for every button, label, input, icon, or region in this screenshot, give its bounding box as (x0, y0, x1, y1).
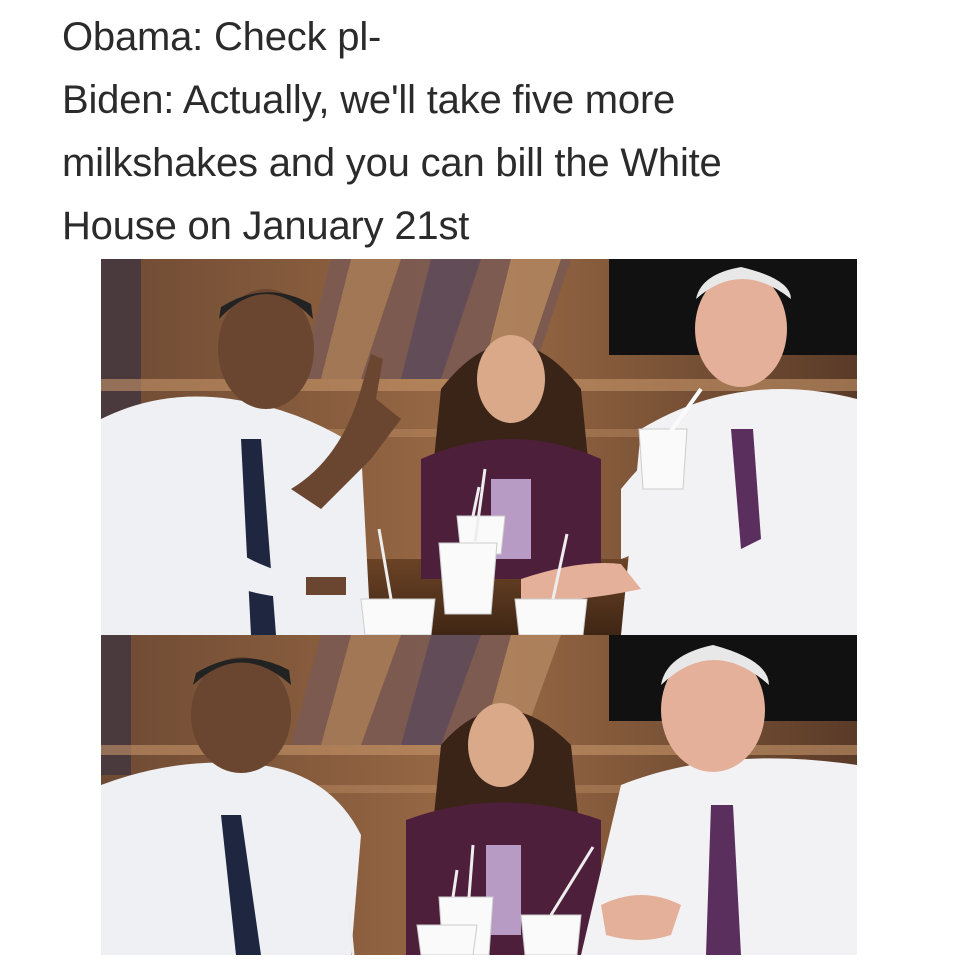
meme-photo-bottom (101, 635, 857, 955)
meme-caption: Obama: Check pl- Biden: Actually, we'll … (62, 6, 942, 258)
photo-bottom-illustration (101, 635, 857, 955)
photo-top-illustration (101, 259, 857, 635)
meme-photo-top (101, 259, 857, 635)
caption-line-4: House on January 21st (62, 204, 470, 248)
caption-line-1: Obama: Check pl- (62, 15, 382, 59)
caption-line-2: Biden: Actually, we'll take five more (62, 78, 676, 122)
caption-line-3: milkshakes and you can bill the White (62, 141, 722, 185)
